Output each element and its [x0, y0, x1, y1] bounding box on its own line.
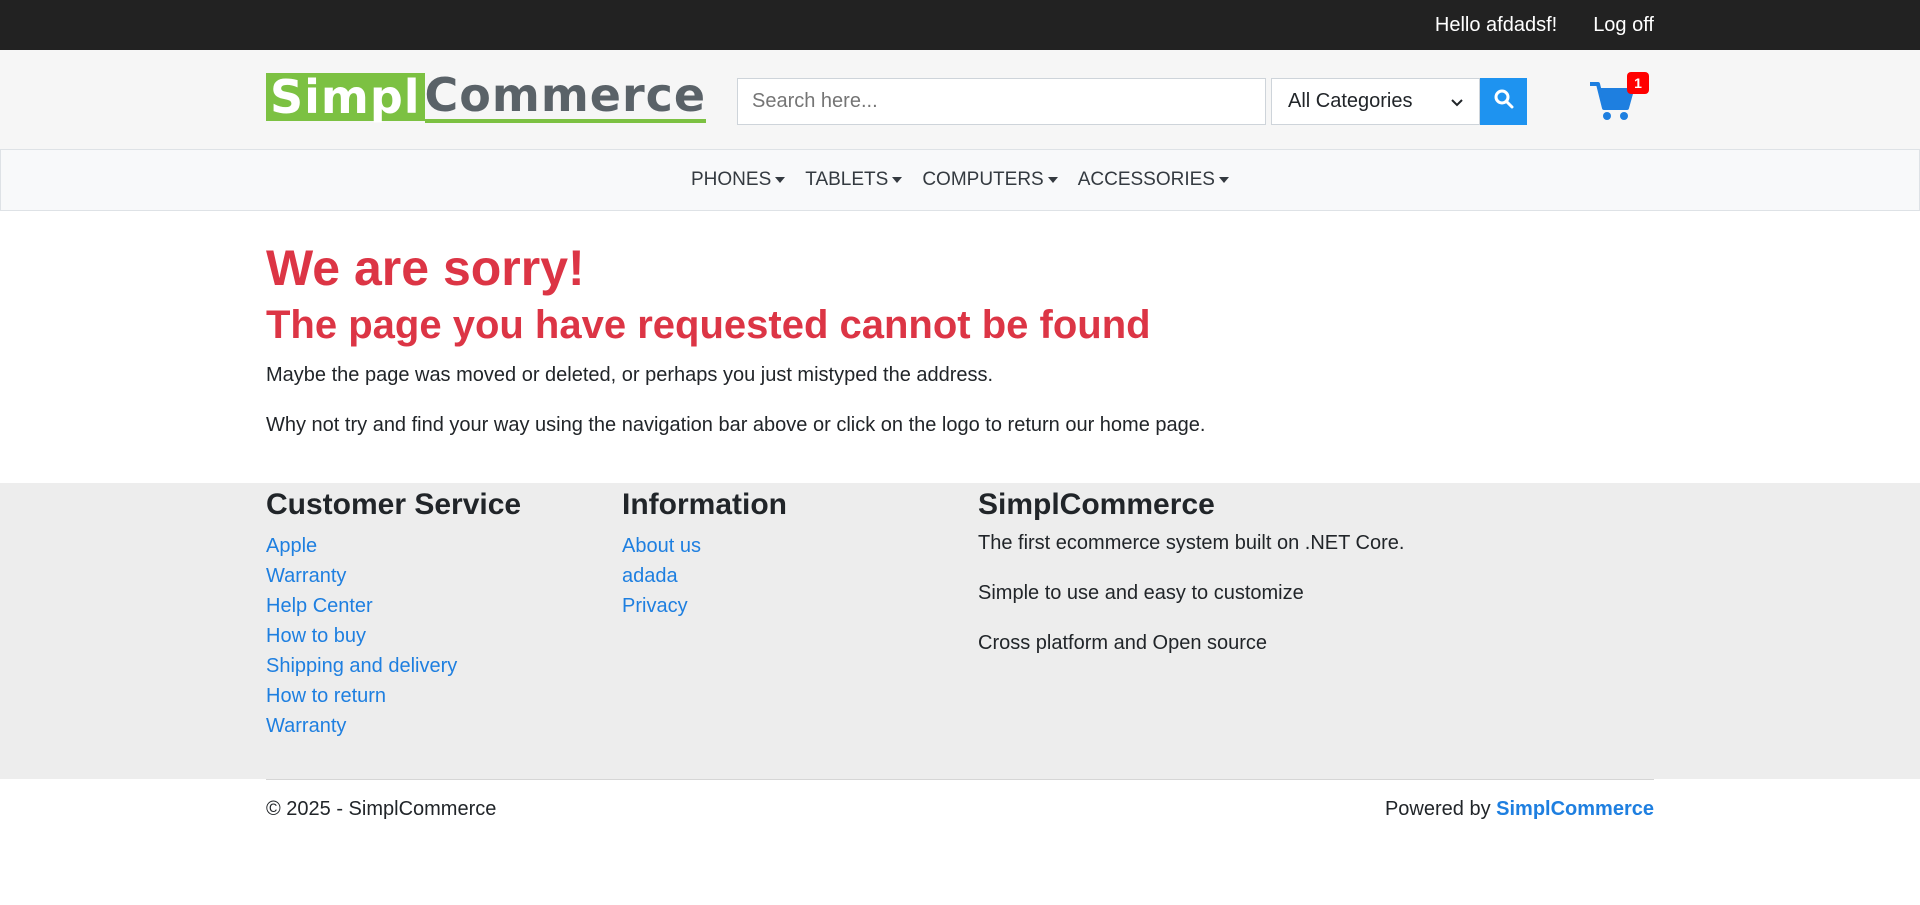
- cart-count-badge: 1: [1627, 72, 1649, 94]
- footer-link-how-to-return[interactable]: How to return: [266, 685, 386, 707]
- search-icon: [1494, 89, 1514, 115]
- footer-link-warranty[interactable]: Warranty: [266, 565, 346, 587]
- caret-down-icon: [775, 177, 786, 183]
- greeting-link[interactable]: Hello afdadsf!: [1435, 14, 1557, 37]
- footer-about-line: Simple to use and easy to customize: [978, 582, 1304, 604]
- footer-link-how-to-buy[interactable]: How to buy: [266, 625, 366, 647]
- nav-item-phones[interactable]: PHONES: [691, 169, 786, 191]
- top-bar: Hello afdadsf! Log off: [0, 0, 1920, 50]
- powered-by-prefix: Powered by: [1384, 798, 1491, 820]
- footer-about-line: Cross platform and Open source: [978, 632, 1268, 654]
- nav-item-label: COMPUTERS: [922, 169, 1044, 190]
- powered-by: Powered by SimplCommerce: [1385, 798, 1654, 821]
- logo-simpl: Simpl: [266, 73, 425, 121]
- nav-item-label: PHONES: [691, 169, 772, 190]
- main-content: We are sorry! The page you have requeste…: [0, 211, 1920, 483]
- powered-by-link[interactable]: SimplCommerce: [1496, 798, 1654, 820]
- category-select-value: All Categories: [1288, 90, 1413, 112]
- caret-down-icon: [1218, 177, 1229, 183]
- footer-link-privacy[interactable]: Privacy: [622, 595, 688, 617]
- copyright-text: © 2025 - SimplCommerce: [266, 798, 497, 820]
- footer-link-about-us[interactable]: About us: [622, 535, 701, 557]
- caret-down-icon: [1047, 177, 1058, 183]
- nav-item-tablets[interactable]: TABLETS: [805, 169, 903, 191]
- nav-item-label: ACCESSORIES: [1077, 169, 1215, 190]
- footer-link-warranty-2[interactable]: Warranty: [266, 715, 346, 737]
- footer-information: Information About us adada Privacy: [622, 487, 978, 741]
- footer-link-shipping[interactable]: Shipping and delivery: [266, 655, 457, 677]
- nav-item-computers[interactable]: COMPUTERS: [922, 169, 1058, 191]
- footer-link-help-center[interactable]: Help Center: [266, 595, 373, 617]
- footer-about: SimplCommerce The first ecommerce system…: [978, 487, 1478, 741]
- chevron-down-icon: [1451, 90, 1463, 113]
- shopping-cart-icon: [1589, 82, 1635, 127]
- site-footer: Customer Service Apple Warranty Help Cen…: [0, 483, 1920, 779]
- footer-heading: Customer Service: [266, 488, 522, 521]
- logo-commerce: Commerce: [424, 68, 707, 123]
- search-button[interactable]: [1480, 78, 1527, 125]
- logoff-link[interactable]: Log off: [1593, 14, 1654, 37]
- bottom-bar: © 2025 - SimplCommerce Powered by SimplC…: [0, 779, 1920, 839]
- site-logo[interactable]: Simpl Commerce: [266, 70, 707, 124]
- error-message: Maybe the page was moved or deleted, or …: [266, 364, 994, 386]
- category-select[interactable]: All Categories: [1271, 78, 1480, 125]
- caret-down-icon: [892, 177, 903, 183]
- footer-heading: SimplCommerce: [978, 488, 1215, 521]
- footer-customer-service: Customer Service Apple Warranty Help Cen…: [266, 487, 622, 741]
- footer-link-apple[interactable]: Apple: [266, 535, 317, 557]
- nav-item-accessories[interactable]: ACCESSORIES: [1078, 169, 1229, 191]
- error-subtitle: The page you have requested cannot be fo…: [266, 303, 1151, 347]
- category-nav: PHONES TABLETS COMPUTERS ACCESSORIES: [0, 149, 1920, 211]
- error-title: We are sorry!: [266, 240, 585, 296]
- footer-link-adada[interactable]: adada: [622, 565, 678, 587]
- site-header: Simpl Commerce All Categories: [0, 50, 1920, 149]
- nav-item-label: TABLETS: [805, 169, 889, 190]
- error-help-message: Why not try and find your way using the …: [266, 414, 1206, 436]
- footer-heading: Information: [622, 488, 787, 521]
- footer-about-line: The first ecommerce system built on .NET…: [978, 532, 1405, 554]
- search-input[interactable]: [737, 78, 1266, 125]
